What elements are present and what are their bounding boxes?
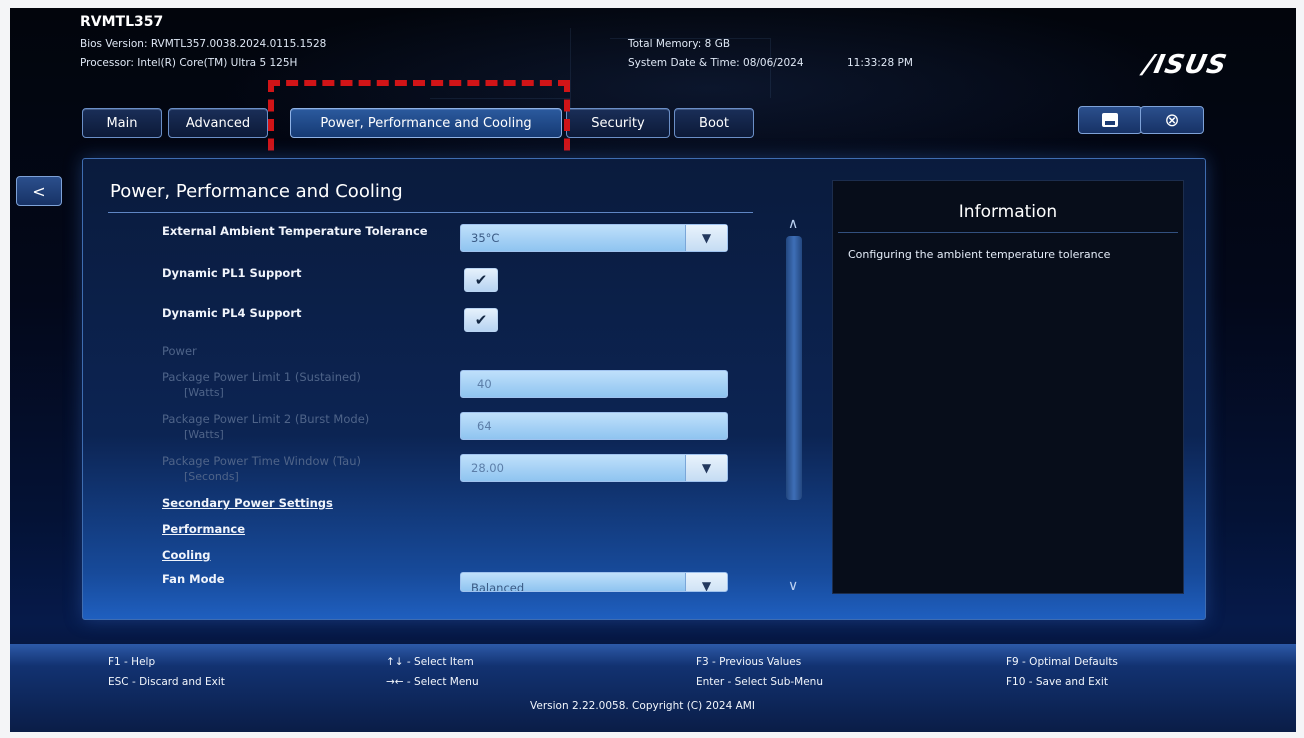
information-divider: [838, 232, 1178, 233]
tau-label: Package Power Time Window (Tau): [162, 454, 361, 468]
ambient-temp-label: External Ambient Temperature Tolerance: [162, 224, 428, 238]
pl2-limit-label: Package Power Limit 2 (Burst Mode): [162, 412, 370, 426]
information-panel: [832, 180, 1184, 594]
tab-boot[interactable]: Boot: [674, 108, 754, 138]
footer-f1-help: F1 - Help: [108, 656, 156, 668]
page-title: Power, Performance and Cooling: [110, 181, 403, 202]
tab-security[interactable]: Security: [566, 108, 670, 138]
scroll-down-icon[interactable]: ∨: [788, 578, 798, 594]
fan-mode-label: Fan Mode: [162, 572, 225, 586]
processor-info: Processor: Intel(R) Core(TM) Ultra 5 125…: [80, 57, 298, 69]
ambient-temp-dropdown[interactable]: 35°C ▼: [460, 224, 728, 252]
footer-esc-discard: ESC - Discard and Exit: [108, 676, 225, 688]
pl2-limit-value: 64: [477, 419, 492, 433]
save-icon: [1102, 113, 1118, 127]
dynamic-pl1-label: Dynamic PL1 Support: [162, 266, 302, 280]
cooling-link[interactable]: Cooling: [162, 548, 211, 562]
version-info: Version 2.22.0058. Copyright (C) 2024 AM…: [530, 700, 755, 712]
checkmark-icon: ✔: [474, 271, 488, 289]
fan-mode-dropdown[interactable]: Balanced ▼: [460, 572, 728, 592]
tab-main[interactable]: Main: [82, 108, 162, 138]
asus-logo: /ISUS: [1140, 50, 1230, 80]
information-title: Information: [958, 202, 1058, 222]
chevron-down-icon: ▼: [685, 573, 727, 591]
footer-select-menu: →← - Select Menu: [386, 676, 479, 688]
scroll-up-icon[interactable]: ∧: [788, 216, 798, 232]
ambient-temp-value: 35°C: [471, 231, 500, 245]
system-date: System Date & Time: 08/06/2024: [628, 57, 804, 69]
pl2-limit-unit: [Watts]: [184, 428, 224, 441]
dynamic-pl4-label: Dynamic PL4 Support: [162, 306, 302, 320]
pl2-limit-field: 64: [460, 412, 728, 440]
pl1-limit-value: 40: [477, 377, 492, 391]
pl1-limit-field: 40: [460, 370, 728, 398]
information-text: Configuring the ambient temperature tole…: [848, 248, 1111, 261]
secondary-power-settings-link[interactable]: Secondary Power Settings: [162, 496, 333, 510]
close-circle-icon: ⊗: [1164, 109, 1180, 131]
chevron-down-icon: ▼: [685, 225, 727, 251]
header-glow: [10, 8, 1296, 168]
footer-enter-submenu: Enter - Select Sub-Menu: [696, 676, 823, 688]
title-divider: [108, 212, 753, 213]
annotation-highlight-box: [268, 80, 570, 170]
checkmark-icon: ✔: [474, 311, 488, 329]
footer-select-item: ↑↓ - Select Item: [386, 656, 474, 668]
pl1-limit-label: Package Power Limit 1 (Sustained): [162, 370, 361, 384]
back-button[interactable]: <: [16, 176, 62, 206]
dynamic-pl1-checkbox[interactable]: ✔: [464, 268, 498, 292]
chevron-down-icon: ▼: [685, 455, 727, 481]
tab-advanced[interactable]: Advanced: [168, 108, 268, 138]
tau-value: 28.00: [471, 461, 504, 475]
exit-button[interactable]: ⊗: [1140, 106, 1204, 134]
power-section-label: Power: [162, 344, 197, 358]
model-name: RVMTL357: [80, 14, 164, 30]
performance-link[interactable]: Performance: [162, 522, 245, 536]
pl1-limit-unit: [Watts]: [184, 386, 224, 399]
dynamic-pl4-checkbox[interactable]: ✔: [464, 308, 498, 332]
footer-f3-previous: F3 - Previous Values: [696, 656, 802, 668]
bios-version: Bios Version: RVMTL357.0038.2024.0115.15…: [80, 38, 327, 50]
total-memory: Total Memory: 8 GB: [628, 38, 731, 50]
system-time: 11:33:28 PM: [847, 57, 913, 69]
footer-f9-defaults: F9 - Optimal Defaults: [1006, 656, 1118, 668]
footer-f10-save: F10 - Save and Exit: [1006, 676, 1108, 688]
scrollbar-thumb[interactable]: [786, 236, 802, 500]
tau-dropdown: 28.00 ▼: [460, 454, 728, 482]
save-button[interactable]: [1078, 106, 1142, 134]
tau-unit: [Seconds]: [184, 470, 239, 483]
fan-mode-value: Balanced: [471, 581, 525, 592]
pcb-trace: [570, 28, 571, 118]
